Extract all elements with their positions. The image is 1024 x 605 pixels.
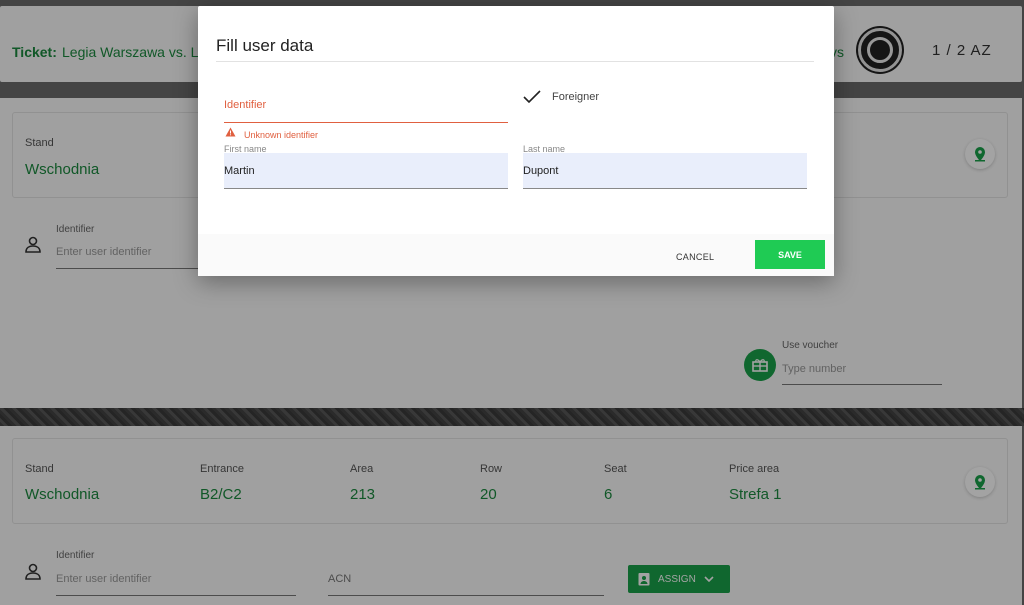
identifier-field[interactable]: Identifier <box>224 99 266 111</box>
foreigner-checkbox-checkmark-icon[interactable] <box>523 90 541 104</box>
first-name-input[interactable]: Martin <box>224 153 508 189</box>
dialog-title: Fill user data <box>216 36 314 55</box>
identifier-error-underline <box>224 122 508 123</box>
foreigner-label[interactable]: Foreigner <box>552 91 599 103</box>
dialog-footer: CANCEL SAVE <box>198 234 834 276</box>
warning-icon <box>225 127 236 137</box>
last-name-input[interactable]: Dupont <box>523 153 807 189</box>
fill-user-data-dialog: Fill user data Identifier Unknown identi… <box>198 6 834 276</box>
title-divider <box>216 61 814 62</box>
save-button[interactable]: SAVE <box>755 240 825 269</box>
identifier-error-message: Unknown identifier <box>244 130 319 140</box>
cancel-button[interactable]: CANCEL <box>676 252 714 262</box>
